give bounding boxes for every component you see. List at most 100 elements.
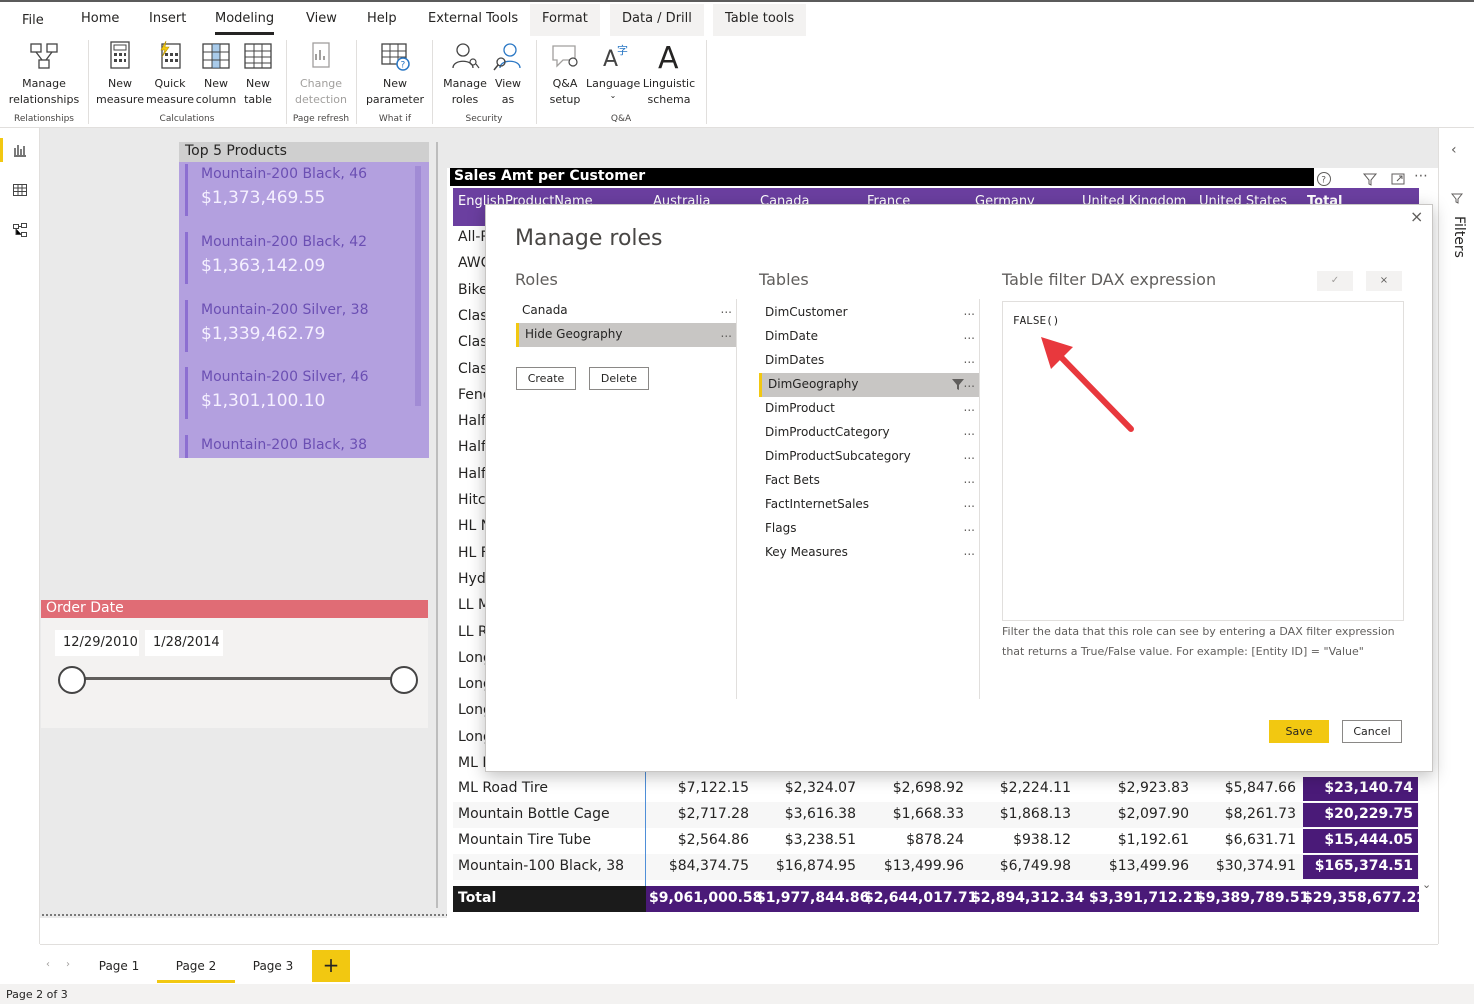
- start-date-input[interactable]: 12/29/2010: [55, 630, 139, 656]
- qa-setup-label: Q&A setup: [549, 77, 581, 106]
- quick-measure-button[interactable]: Quick measure: [146, 40, 194, 108]
- report-view-icon[interactable]: [12, 142, 28, 158]
- next-page-icon[interactable]: ›: [66, 959, 70, 970]
- table-item[interactable]: Fact Bets...: [759, 469, 979, 493]
- manage-roles-icon: [452, 43, 480, 69]
- new-table-button[interactable]: New table: [238, 40, 278, 108]
- collapse-chevron-icon[interactable]: ‹: [1451, 142, 1457, 158]
- total-cell: $2,644,017.71: [864, 890, 978, 906]
- more-options-icon[interactable]: ...: [964, 448, 975, 462]
- table-item[interactable]: DimCustomer...: [759, 301, 979, 325]
- page-tab-1[interactable]: Page 1: [80, 949, 158, 983]
- change-detection-button[interactable]: Change detection: [292, 40, 350, 108]
- qa-setup-button[interactable]: Q&A setup: [544, 40, 586, 108]
- accept-check-icon[interactable]: ✓: [1317, 271, 1353, 291]
- language-button[interactable]: A 字 Language ⌄: [586, 40, 640, 100]
- table-item[interactable]: Key Measures...: [759, 541, 979, 565]
- manage-roles-button[interactable]: Manage roles: [440, 40, 490, 108]
- table-item[interactable]: DimProduct...: [759, 397, 979, 421]
- more-options-icon[interactable]: ...: [721, 326, 732, 340]
- table-label: DimGeography: [768, 377, 859, 391]
- language-label: Language: [586, 77, 641, 90]
- close-icon[interactable]: ×: [1410, 207, 1423, 226]
- filter-icon[interactable]: [1362, 171, 1378, 187]
- filters-pane[interactable]: ‹ Filters: [1438, 128, 1474, 944]
- delete-button[interactable]: Delete: [589, 367, 649, 390]
- model-view-icon[interactable]: [12, 222, 28, 238]
- total-cell: $2,894,312.34: [971, 890, 1085, 906]
- more-options-icon[interactable]: ...: [964, 544, 975, 558]
- row-label: Half: [458, 413, 486, 430]
- table-cell: $5,847.66: [1224, 780, 1296, 796]
- view-as-button[interactable]: View as: [490, 40, 526, 108]
- table-label: FactInternetSales: [765, 497, 870, 511]
- more-options-icon[interactable]: ...: [964, 520, 975, 534]
- more-options-icon[interactable]: ...: [964, 472, 975, 486]
- new-measure-label: New measure: [96, 77, 144, 106]
- end-slider-handle[interactable]: [390, 666, 418, 694]
- row-label: Half: [458, 439, 486, 456]
- more-options-icon[interactable]: ...: [721, 302, 732, 316]
- start-slider-handle[interactable]: [58, 666, 86, 694]
- discard-x-icon[interactable]: ×: [1366, 271, 1402, 291]
- manage-relationships-button[interactable]: Manage relationships: [8, 40, 80, 108]
- role-item-canada[interactable]: Canada ...: [516, 299, 736, 323]
- product-name: Mountain-200 Black, 38: [201, 437, 368, 453]
- tab-modeling[interactable]: Modeling: [215, 11, 275, 35]
- tab-external-tools[interactable]: External Tools: [428, 11, 518, 26]
- focus-mode-icon[interactable]: [1390, 171, 1406, 187]
- more-options-icon[interactable]: ⋯: [1414, 168, 1428, 184]
- table-item[interactable]: DimProductCategory...: [759, 421, 979, 445]
- table-item[interactable]: Flags...: [759, 517, 979, 541]
- more-options-icon[interactable]: ...: [964, 376, 975, 390]
- new-measure-button[interactable]: New measure: [96, 40, 144, 108]
- new-parameter-button[interactable]: ? New parameter: [364, 40, 426, 108]
- tab-help[interactable]: Help: [367, 11, 397, 26]
- create-button[interactable]: Create: [516, 367, 576, 390]
- table-cell: $30,374.91: [1215, 858, 1296, 874]
- table-item[interactable]: FactInternetSales...: [759, 493, 979, 517]
- data-view-icon[interactable]: [12, 182, 28, 198]
- more-options-icon[interactable]: ...: [964, 424, 975, 438]
- row-label: Mountain Tire Tube: [458, 832, 591, 848]
- table-item[interactable]: DimProductSubcategory...: [759, 445, 979, 469]
- more-options-icon[interactable]: ...: [964, 304, 975, 318]
- new-column-button[interactable]: New column: [194, 40, 238, 108]
- tab-table-tools[interactable]: Table tools: [713, 4, 807, 36]
- tab-file[interactable]: File: [22, 13, 44, 28]
- scroll-down-icon[interactable]: ⌄: [1422, 878, 1431, 891]
- more-options-icon[interactable]: ...: [964, 328, 975, 342]
- tab-data-drill[interactable]: Data / Drill: [610, 4, 704, 36]
- chevron-down-icon: ⌄: [609, 91, 617, 100]
- add-page-button[interactable]: +: [312, 950, 350, 982]
- more-options-icon[interactable]: ...: [964, 400, 975, 414]
- table-item[interactable]: DimDate...: [759, 325, 979, 349]
- save-button[interactable]: Save: [1269, 720, 1329, 743]
- table-item[interactable]: DimDates...: [759, 349, 979, 373]
- more-options-icon[interactable]: ...: [964, 496, 975, 510]
- tab-format[interactable]: Format: [530, 4, 600, 36]
- role-item-hide-geography[interactable]: Hide Geography ...: [516, 323, 736, 347]
- page-tab-2[interactable]: Page 2: [157, 949, 235, 983]
- page-tab-3[interactable]: Page 3: [234, 949, 312, 983]
- prev-page-icon[interactable]: ‹: [46, 959, 50, 970]
- table-cell: $84,374.75: [668, 858, 749, 874]
- table-row: Mountain Bottle Cage $2,717.28 $3,616.38…: [453, 802, 1419, 828]
- view-as-icon: [493, 43, 521, 71]
- tab-insert[interactable]: Insert: [149, 11, 186, 26]
- tab-home[interactable]: Home: [81, 11, 119, 26]
- row-total-cell: $15,444.05: [1303, 829, 1418, 853]
- linguistic-schema-button[interactable]: A Linguistic schema: [640, 40, 698, 108]
- table-label: Fact Bets: [765, 473, 820, 487]
- slicer-title: Order Date: [41, 600, 428, 618]
- scrollbar[interactable]: [415, 166, 421, 406]
- help-icon[interactable]: ?: [1316, 171, 1332, 187]
- more-options-icon[interactable]: ...: [964, 352, 975, 366]
- tab-view[interactable]: View: [306, 11, 337, 26]
- linguistic-schema-label: Linguistic schema: [642, 77, 696, 106]
- filter-pane-icon: [1451, 193, 1463, 204]
- top-products-card[interactable]: Top 5 Products Mountain-200 Black, 46 $1…: [179, 142, 429, 458]
- end-date-input[interactable]: 1/28/2014: [145, 630, 223, 656]
- cancel-button[interactable]: Cancel: [1342, 720, 1402, 743]
- table-item[interactable]: DimGeography...: [759, 373, 979, 397]
